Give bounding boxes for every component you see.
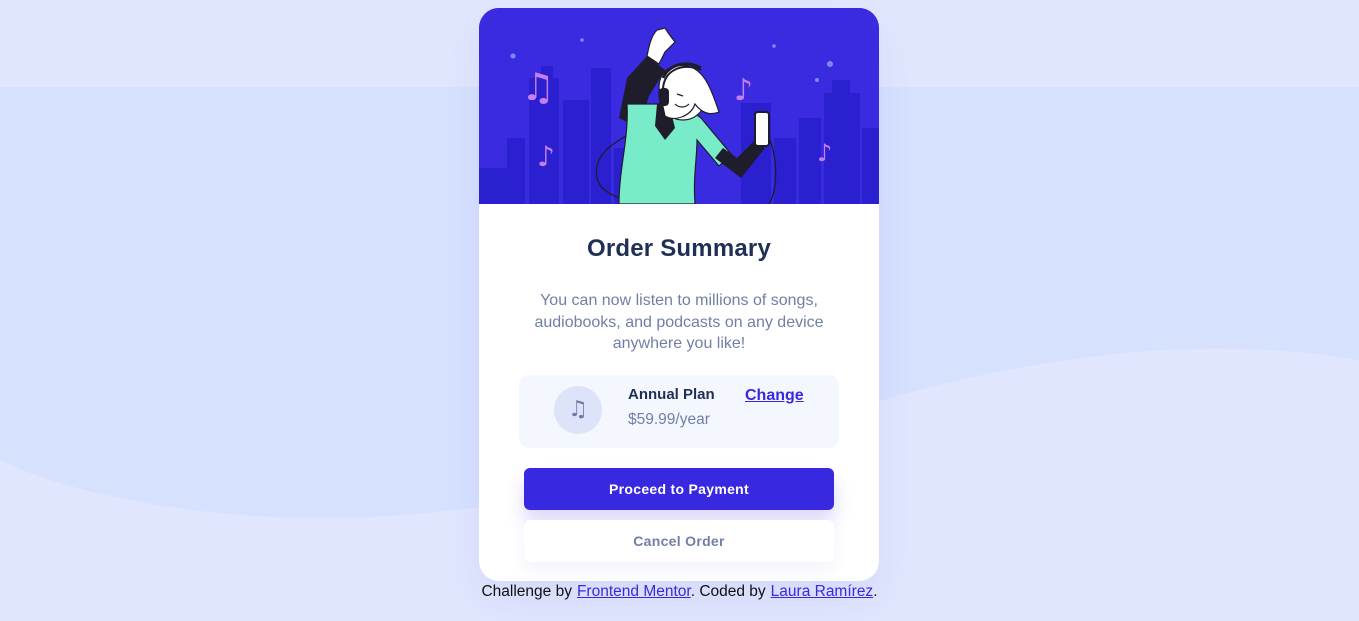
card-description: You can now listen to millions of songs,…	[534, 292, 824, 352]
frontend-mentor-link[interactable]: Frontend Mentor	[577, 583, 691, 600]
author-link[interactable]: Laura Ramírez	[771, 583, 874, 600]
change-plan-link[interactable]: Change	[745, 387, 804, 405]
cancel-order-button[interactable]: Cancel Order	[524, 520, 834, 562]
attribution-prefix: Challenge by	[481, 583, 572, 600]
svg-text:♪: ♪	[817, 139, 832, 167]
attribution-suffix: .	[873, 583, 878, 600]
attribution: Challenge by Frontend Mentor. Coded by Lau…	[0, 583, 1359, 601]
svg-text:♫: ♫	[521, 65, 555, 109]
svg-text:♪: ♪	[537, 140, 555, 173]
attribution-middle: . Coded by	[690, 583, 766, 600]
proceed-to-payment-button[interactable]: Proceed to Payment	[524, 468, 834, 510]
music-note-icon: ♫	[554, 386, 602, 434]
hero-illustration: ♫ ♪ ♪ ♪	[479, 8, 879, 204]
plan-name: Annual Plan	[628, 386, 715, 403]
svg-text:♪: ♪	[734, 73, 753, 108]
plan-box: ♫ Annual Plan $59.99/year Change	[519, 375, 839, 448]
card-title: Order Summary	[586, 235, 771, 262]
plan-price: $59.99/year	[628, 411, 710, 428]
order-summary-card: ♫ ♪ ♪ ♪ Order Summary You can now listen…	[479, 8, 879, 581]
